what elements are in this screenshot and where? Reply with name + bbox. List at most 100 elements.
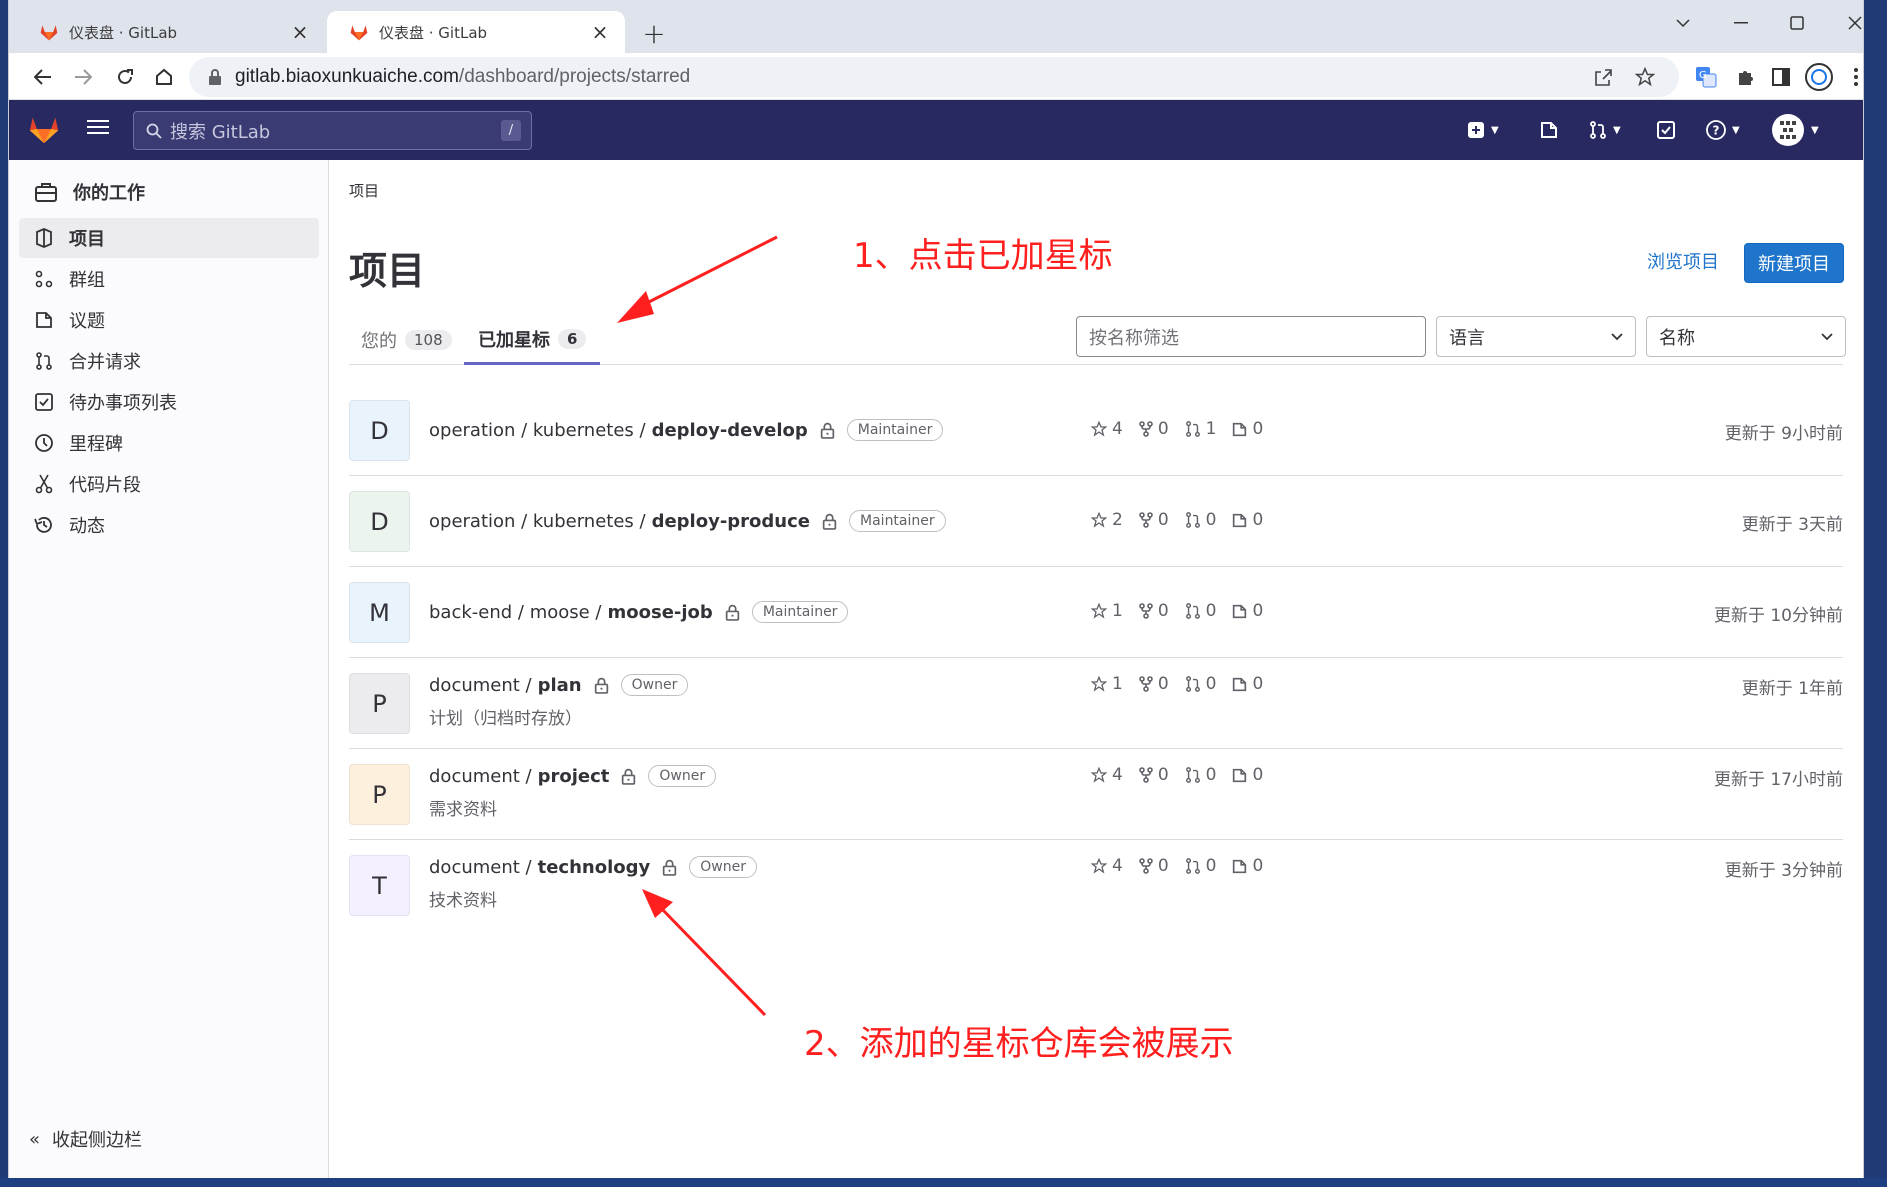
merge-request-icon [1185,767,1200,783]
gitlab-logo-icon[interactable] [27,112,61,146]
todo-nav-icon[interactable] [1657,118,1675,142]
project-namespace[interactable]: document / [429,857,532,878]
gitlab-search-input[interactable]: 搜索 GitLab / [133,111,532,150]
forks-count[interactable]: 0 [1139,510,1169,530]
browser-tab-2[interactable]: 仪表盘 · GitLab × [327,11,625,53]
close-tab-icon[interactable]: × [589,20,611,44]
side-panel-icon[interactable] [1764,60,1798,94]
merge-requests-count[interactable]: 0 [1185,856,1216,876]
bookmark-star-icon[interactable] [1635,57,1655,97]
close-tab-icon[interactable]: × [289,20,311,44]
sidebar-item-activity[interactable]: 动态 [19,505,319,545]
project-row[interactable]: Doperation / kubernetes / deploy-produce M… [349,476,1843,567]
sidebar-item-projects[interactable]: 项目 [19,218,319,258]
sidebar-item-merge-requests[interactable]: 合并请求 [19,341,319,381]
project-avatar[interactable]: M [349,582,410,643]
project-namespace[interactable]: document / [429,675,532,696]
project-row[interactable]: Pdocument / project Owner 需求资料 4 0 0 0 更新于 17小时前 [349,749,1843,840]
tab-search-chevron-icon[interactable] [1655,6,1711,40]
browser-menu-icon[interactable] [1839,60,1863,94]
forks-count-value: 0 [1157,419,1169,439]
project-row[interactable]: Mback-end / moose / moose-job Maintainer 1 0… [349,567,1843,658]
issues-count[interactable]: 0 [1232,674,1263,694]
stars-count[interactable]: 1 [1091,601,1123,621]
stars-count[interactable]: 4 [1091,765,1123,785]
project-namespace[interactable]: operation / kubernetes / [429,511,646,532]
sidebar-item-snippets[interactable]: 代码片段 [19,464,319,504]
translate-extension-icon[interactable]: G [1689,60,1723,94]
tab-starred-projects[interactable]: 已加星标 6 [464,315,601,365]
back-arrow-icon[interactable] [26,60,60,94]
project-namespace[interactable]: operation / kubernetes / [429,420,646,441]
forks-count[interactable]: 0 [1139,765,1169,785]
project-name-link[interactable]: project [538,766,610,787]
issues-count[interactable]: 0 [1232,510,1263,530]
forks-count[interactable]: 0 [1139,601,1169,621]
home-icon[interactable] [147,60,181,94]
maximize-icon[interactable] [1769,6,1825,40]
project-name-link[interactable]: deploy-develop [652,420,808,441]
project-name-link[interactable]: moose-job [608,602,713,623]
filter-by-name-input[interactable]: 按名称筛选 [1076,316,1426,357]
project-row[interactable]: Tdocument / technology Owner 技术资料 4 0 0 0 更新于 3分… [349,840,1843,931]
project-avatar[interactable]: D [349,400,410,461]
stars-count[interactable]: 4 [1091,856,1123,876]
sidebar-item-groups[interactable]: 群组 [19,259,319,299]
create-new-dropdown[interactable]: ▼ [1467,118,1499,142]
sidebar-item-milestones[interactable]: 里程碑 [19,423,319,463]
forks-count[interactable]: 0 [1139,419,1169,439]
sort-select[interactable]: 名称 [1646,316,1846,357]
sidebar-item-issues[interactable]: 议题 [19,300,319,340]
new-tab-button[interactable]: + [637,16,671,50]
user-menu-dropdown[interactable]: ▼ [1771,113,1819,147]
sidebar-item-todos[interactable]: 待办事项列表 [19,382,319,422]
issues-count[interactable]: 0 [1232,419,1263,439]
language-select[interactable]: 语言 [1436,316,1636,357]
forward-arrow-icon[interactable] [66,60,100,94]
collapse-sidebar-button[interactable]: « 收起侧边栏 [29,1126,142,1152]
breadcrumb[interactable]: 项目 [349,180,379,201]
project-namespace[interactable]: document / [429,766,532,787]
stars-count[interactable]: 4 [1091,419,1123,439]
url-field[interactable]: gitlab.biaoxunkuaiche.com/dashboard/proj… [189,57,1679,97]
merge-requests-count[interactable]: 0 [1185,674,1216,694]
issues-count[interactable]: 0 [1232,765,1263,785]
page-title: 项目 [349,249,426,293]
browser-tab-1[interactable]: 仪表盘 · GitLab × [17,11,325,53]
explore-projects-link[interactable]: 浏览项目 [1647,248,1719,274]
merge-requests-count[interactable]: 1 [1185,419,1216,439]
merge-requests-dropdown[interactable]: ▼ [1589,118,1621,142]
issues-count[interactable]: 0 [1232,601,1263,621]
issues-nav-icon[interactable] [1540,118,1558,142]
stars-count[interactable]: 2 [1091,510,1123,530]
reload-icon[interactable] [108,60,142,94]
project-row[interactable]: Doperation / kubernetes / deploy-develop M… [349,385,1843,476]
project-row[interactable]: Pdocument / plan Owner 计划（归档时存放） 1 0 0 0 更新于 1年前 [349,658,1843,749]
merge-requests-count[interactable]: 0 [1185,510,1216,530]
star-icon [1091,676,1107,692]
hamburger-menu-icon[interactable] [87,118,113,142]
project-avatar[interactable]: D [349,491,410,552]
new-project-button[interactable]: 新建项目 [1744,243,1844,283]
extensions-puzzle-icon[interactable] [1729,60,1763,94]
tab-your-projects[interactable]: 您的 108 [361,315,452,365]
stars-count[interactable]: 1 [1091,674,1123,694]
share-icon[interactable] [1593,57,1613,97]
forks-count[interactable]: 0 [1139,674,1169,694]
close-window-icon[interactable] [1827,6,1863,40]
minimize-icon[interactable] [1713,6,1769,40]
project-avatar[interactable]: T [349,855,410,916]
project-name-link[interactable]: technology [538,857,651,878]
profile-avatar-icon[interactable] [1802,60,1836,94]
merge-requests-count[interactable]: 0 [1185,765,1216,785]
project-avatar[interactable]: P [349,764,410,825]
project-avatar[interactable]: P [349,673,410,734]
sidebar-context-header[interactable]: 你的工作 [21,172,317,212]
project-name-link[interactable]: plan [538,675,582,696]
forks-count[interactable]: 0 [1139,856,1169,876]
issues-count[interactable]: 0 [1232,856,1263,876]
help-dropdown[interactable]: ? ▼ [1706,118,1740,142]
project-namespace[interactable]: back-end / moose / [429,602,602,623]
merge-requests-count[interactable]: 0 [1185,601,1216,621]
project-name-link[interactable]: deploy-produce [652,511,810,532]
